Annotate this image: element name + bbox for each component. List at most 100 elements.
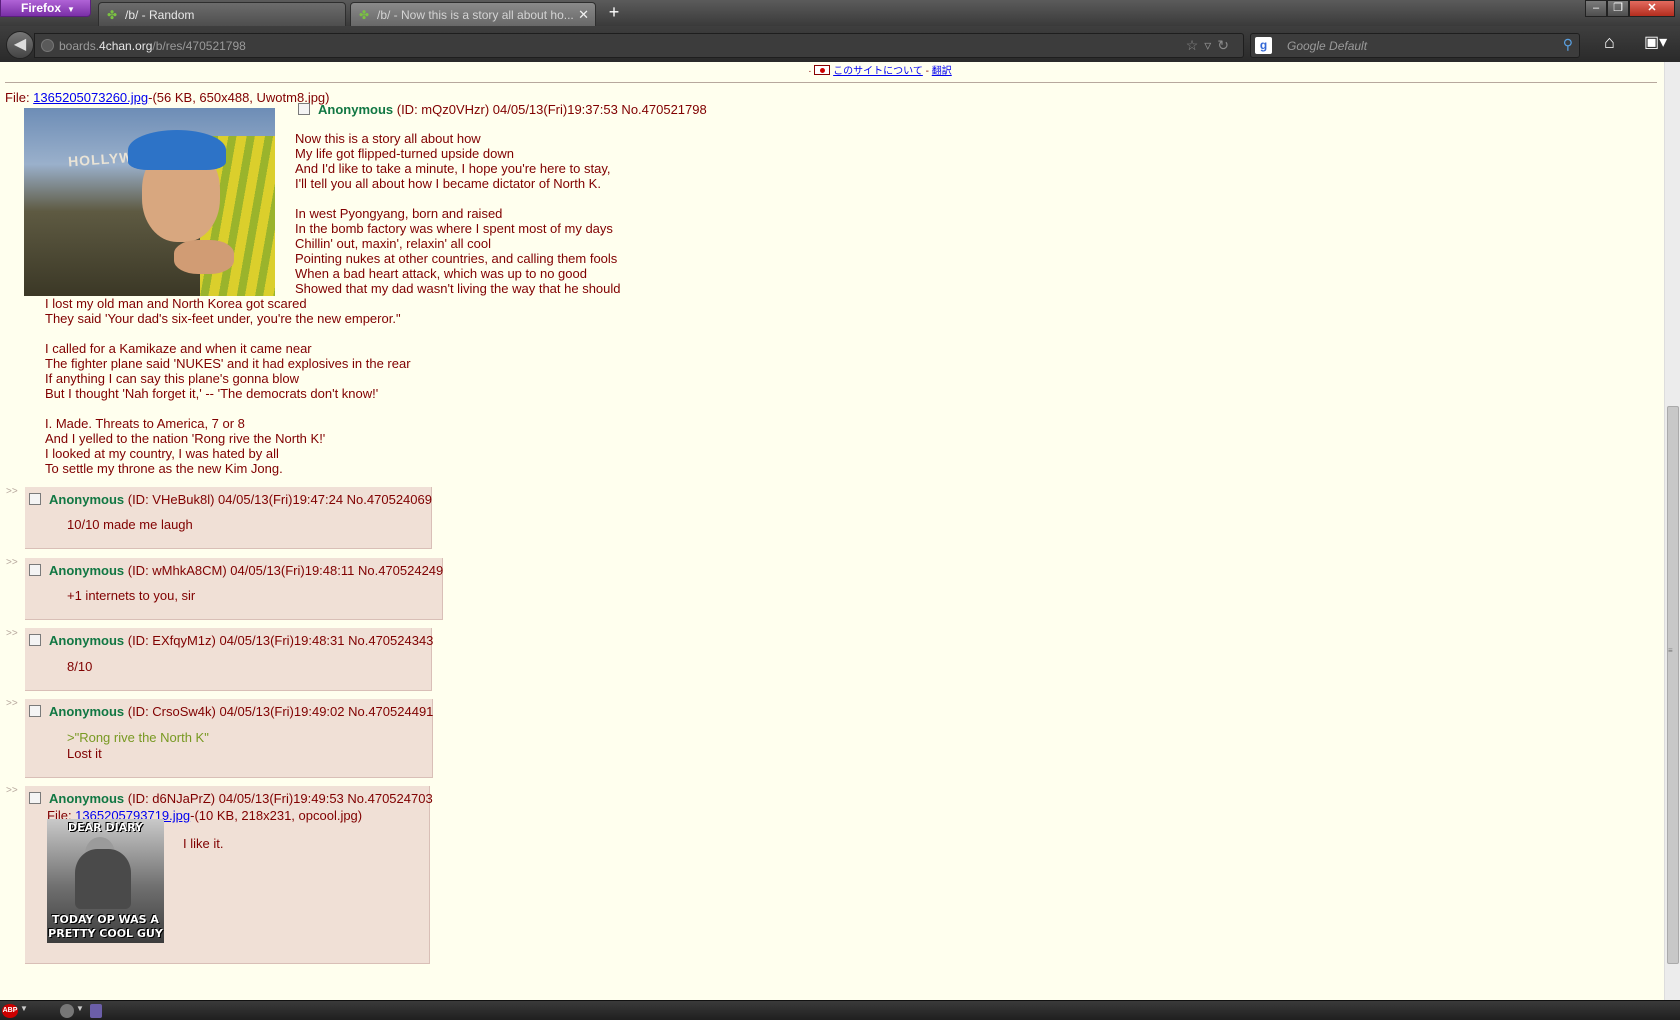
reply-post: Anonymous (ID: EXfqyM1z) 04/05/13(Fri)19… bbox=[25, 628, 433, 691]
op-post-header: Anonymous (ID: mQz0VHzr) 04/05/13(Fri)19… bbox=[298, 102, 707, 117]
search-bar[interactable]: g Google Default ⚲ bbox=[1250, 33, 1580, 58]
url-bar[interactable]: boards.4chan.org/b/res/470521798 ☆▿↻ bbox=[34, 33, 1244, 58]
google-engine-icon[interactable]: g bbox=[1255, 37, 1272, 54]
reply-message: I like it. bbox=[183, 836, 224, 851]
op-message-line: Pointing nukes at other countries, and c… bbox=[295, 251, 618, 266]
op-message-line: When a bad heart attack, which was up to… bbox=[295, 266, 587, 281]
reply-header: Anonymous (ID: d6NJaPrZ) 04/05/13(Fri)19… bbox=[29, 791, 433, 806]
page-content: · このサイトについて - 翻訳 File: 1365205073260.jpg… bbox=[0, 62, 1664, 1000]
tab-label: /b/ - Now this is a story all about ho..… bbox=[377, 8, 574, 22]
thumb-caption-bottom: TODAY OP WAS A PRETTY COOL GUY bbox=[47, 913, 164, 941]
op-message-line: If anything I can say this plane's gonna… bbox=[45, 371, 299, 386]
scrollbar-thumb[interactable] bbox=[1667, 406, 1679, 964]
op-message-line: To settle my throne as the new Kim Jong. bbox=[45, 461, 283, 476]
reply-checkbox[interactable] bbox=[29, 792, 41, 804]
maximize-window-button[interactable]: ❐ bbox=[1607, 0, 1629, 17]
reply-checkbox[interactable] bbox=[29, 705, 41, 717]
translate-link[interactable]: 翻訳 bbox=[932, 66, 952, 77]
post-meta: (ID: EXfqyM1z) 04/05/13(Fri)19:48:31 No.… bbox=[124, 633, 434, 648]
search-placeholder: Google Default bbox=[1287, 39, 1368, 53]
minimize-window-button[interactable]: – bbox=[1585, 0, 1607, 17]
reply-message: Lost it bbox=[67, 746, 102, 761]
greentext-quote: >"Rong rive the North K" bbox=[67, 730, 209, 745]
tab-thread[interactable]: ✤ /b/ - Now this is a story all about ho… bbox=[350, 2, 596, 26]
reply-post: Anonymous (ID: CrsoSw4k) 04/05/13(Fri)19… bbox=[25, 699, 433, 778]
tab-bar: Firefox ▼ ✤ /b/ - Random ✤ /b/ - Now this… bbox=[0, 0, 1680, 26]
new-tab-button[interactable]: + bbox=[604, 3, 624, 22]
top-links: · このサイトについて - 翻訳 bbox=[0, 62, 1664, 77]
home-icon[interactable]: ⌂ bbox=[1604, 32, 1615, 53]
reply-image-thumbnail[interactable]: DEAR DIARY TODAY OP WAS A PRETTY COOL GUY bbox=[47, 819, 164, 943]
addon-icon[interactable] bbox=[90, 1004, 102, 1018]
reply-arrows: >> bbox=[6, 698, 18, 709]
file-label: File: bbox=[5, 90, 34, 105]
thumb-caption-top: DEAR DIARY bbox=[67, 821, 144, 834]
reply-header: Anonymous (ID: wMhkA8CM) 04/05/13(Fri)19… bbox=[29, 563, 443, 578]
close-window-button[interactable]: ✕ bbox=[1629, 0, 1675, 17]
reply-message: +1 internets to you, sir bbox=[67, 588, 196, 603]
adblock-plus-icon[interactable]: ABP bbox=[2, 1004, 18, 1018]
op-message-line: And I yelled to the nation 'Rong rive th… bbox=[45, 431, 326, 446]
status-bar: ABP ▼ ▼ bbox=[0, 1000, 1680, 1020]
post-meta: (ID: CrsoSw4k) 04/05/13(Fri)19:49:02 No.… bbox=[124, 704, 434, 719]
chevron-down-icon[interactable]: ▼ bbox=[20, 1004, 28, 1013]
op-file-link[interactable]: 1365205073260.jpg bbox=[33, 90, 148, 105]
reply-message: 8/10 bbox=[67, 659, 93, 674]
bookmark-star-icon[interactable]: ☆▿↻ bbox=[1186, 37, 1235, 54]
firefox-menu-button[interactable]: Firefox ▼ bbox=[0, 0, 91, 17]
japan-flag-icon bbox=[814, 65, 831, 75]
reply-message: 10/10 made me laugh bbox=[67, 517, 193, 532]
post-meta: (ID: d6NJaPrZ) 04/05/13(Fri)19:49:53 No.… bbox=[124, 791, 433, 806]
reply-post: Anonymous (ID: wMhkA8CM) 04/05/13(Fri)19… bbox=[25, 558, 443, 620]
reply-arrows: >> bbox=[6, 486, 18, 497]
op-message-line: Showed that my dad wasn't living the way… bbox=[295, 281, 621, 296]
thumb-hand bbox=[174, 240, 234, 274]
site-identity-icon[interactable] bbox=[41, 39, 54, 52]
poster-name: Anonymous bbox=[318, 102, 394, 117]
poster-name: Anonymous bbox=[49, 563, 125, 578]
chevron-down-icon: ▼ bbox=[67, 5, 75, 14]
bookmarks-menu-icon[interactable]: ▣▾ bbox=[1644, 32, 1667, 52]
poster-name: Anonymous bbox=[49, 791, 125, 806]
reply-header: Anonymous (ID: VHeBuk8l) 04/05/13(Fri)19… bbox=[29, 492, 432, 507]
url-domain: 4chan.org bbox=[99, 39, 153, 53]
reply-checkbox[interactable] bbox=[29, 564, 41, 576]
about-link[interactable]: このサイトについて bbox=[833, 66, 923, 77]
op-delete-checkbox[interactable] bbox=[298, 103, 310, 115]
addon-icon[interactable] bbox=[60, 1004, 74, 1018]
bullet: · bbox=[808, 66, 812, 77]
chevron-down-icon[interactable]: ▼ bbox=[76, 1004, 84, 1013]
scrollbar-grip-icon: ≡ bbox=[1668, 646, 1673, 655]
reply-checkbox[interactable] bbox=[29, 634, 41, 646]
post-meta: (ID: wMhkA8CM) 04/05/13(Fri)19:48:11 No.… bbox=[124, 563, 444, 578]
op-image-thumbnail[interactable]: HOLLYWOOD bbox=[24, 108, 275, 296]
vertical-scrollbar[interactable]: ≡ bbox=[1664, 62, 1680, 1000]
tab-random[interactable]: ✤ /b/ - Random bbox=[98, 2, 346, 26]
reply-arrows: >> bbox=[6, 557, 18, 568]
op-message-line: I'll tell you all about how I became dic… bbox=[295, 176, 601, 191]
url-path: /b/res/470521798 bbox=[152, 39, 246, 53]
reply-arrows: >> bbox=[6, 628, 18, 639]
op-message-line: In west Pyongyang, born and raised bbox=[295, 206, 503, 221]
clover-favicon-icon: ✤ bbox=[359, 8, 370, 22]
reply-header: Anonymous (ID: CrsoSw4k) 04/05/13(Fri)19… bbox=[29, 704, 433, 719]
file-details: -(10 KB, 218x231, opcool.jpg) bbox=[190, 808, 363, 823]
op-message-line: I looked at my country, I was hated by a… bbox=[45, 446, 279, 461]
close-tab-icon[interactable]: ✕ bbox=[578, 7, 589, 23]
thumb-cap bbox=[128, 130, 226, 170]
separator: - bbox=[925, 66, 929, 77]
back-button[interactable]: ◀ bbox=[6, 31, 34, 59]
firefox-menu-label: Firefox bbox=[21, 1, 62, 15]
thumb-figure bbox=[75, 849, 131, 909]
reply-header: Anonymous (ID: EXfqyM1z) 04/05/13(Fri)19… bbox=[29, 633, 433, 648]
reply-post: Anonymous (ID: d6NJaPrZ) 04/05/13(Fri)19… bbox=[25, 786, 433, 964]
reply-checkbox[interactable] bbox=[29, 493, 41, 505]
search-icon[interactable]: ⚲ bbox=[1563, 36, 1573, 53]
poster-name: Anonymous bbox=[49, 492, 125, 507]
op-message-line: I. Made. Threats to America, 7 or 8 bbox=[45, 416, 245, 431]
op-message-line: But I thought 'Nah forget it,' -- 'The d… bbox=[45, 386, 379, 401]
poster-name: Anonymous bbox=[49, 704, 125, 719]
poster-name: Anonymous bbox=[49, 633, 125, 648]
reply-post: Anonymous (ID: VHeBuk8l) 04/05/13(Fri)19… bbox=[25, 487, 432, 549]
post-meta: (ID: VHeBuk8l) 04/05/13(Fri)19:47:24 No.… bbox=[124, 492, 432, 507]
